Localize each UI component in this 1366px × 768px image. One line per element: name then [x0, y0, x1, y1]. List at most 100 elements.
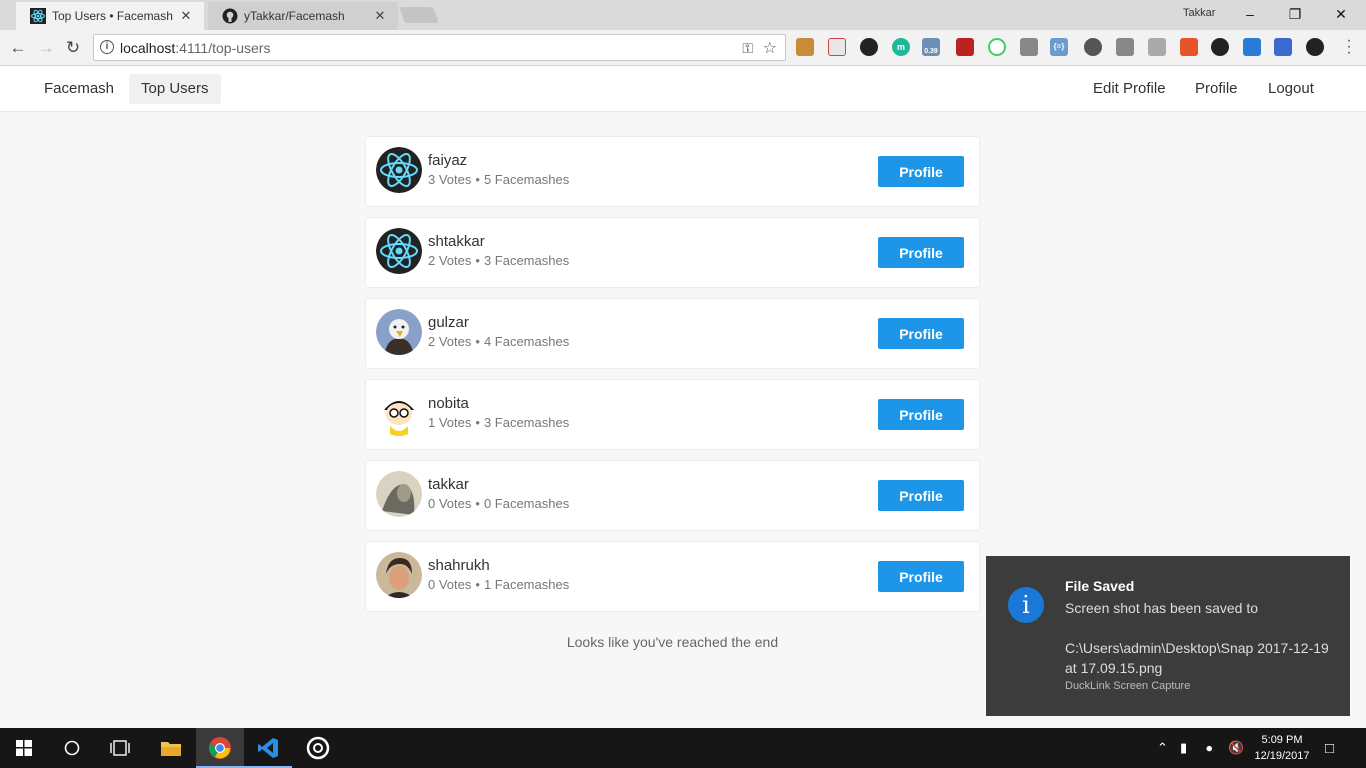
volume-muted-icon[interactable]: 🔇 [1228, 740, 1244, 756]
extension-icon[interactable] [988, 38, 1006, 56]
user-stats: 3 Votes • 5 Facemashes [428, 172, 569, 187]
user-card: gulzar 2 Votes • 4 Facemashes Profile [365, 298, 980, 369]
url-text: localhost:4111/top-users [120, 40, 270, 56]
browser-toolbar: ← → ↻ i localhost:4111/top-users ⚿ ☆ m 0… [0, 30, 1366, 66]
username[interactable]: nobita [428, 395, 469, 412]
user-card: shtakkar 2 Votes • 3 Facemashes Profile [365, 217, 980, 288]
extension-icon[interactable] [956, 38, 974, 56]
username[interactable]: takkar [428, 476, 469, 493]
url-path: :4111/top-users [175, 40, 271, 56]
extension-icon[interactable] [796, 38, 814, 56]
new-tab-button[interactable] [399, 7, 439, 23]
profile-button[interactable]: Profile [878, 237, 964, 268]
username[interactable]: shahrukh [428, 557, 490, 574]
browser-profile-name[interactable]: Takkar [1183, 7, 1215, 19]
system-clock[interactable]: 5:09 PM 12/19/2017 [1246, 732, 1318, 764]
minimize-icon[interactable]: – [1235, 4, 1265, 24]
bookmark-star-icon[interactable]: ☆ [763, 38, 777, 58]
votes-count: 3 Votes [428, 172, 472, 187]
back-arrow-icon[interactable]: ← [7, 37, 29, 59]
key-icon[interactable]: ⚿ [742, 40, 753, 57]
profile-button[interactable]: Profile [878, 156, 964, 187]
close-tab-icon[interactable]: ✕ [372, 8, 388, 24]
top-users-link[interactable]: Top Users [129, 74, 221, 104]
separator: • [475, 496, 480, 511]
react-logo-avatar-icon [376, 228, 422, 274]
clock-date: 12/19/2017 [1254, 750, 1310, 762]
address-bar[interactable]: i localhost:4111/top-users ⚿ ☆ [93, 34, 786, 61]
notification-file-path: C:\Users\admin\Desktop\Snap 2017-12-19 a… [1065, 640, 1329, 676]
extension-icon[interactable] [1148, 38, 1166, 56]
forward-arrow-icon[interactable]: → [35, 37, 57, 59]
tab-github-repo[interactable]: yTakkar/Facemash ✕ [208, 2, 398, 30]
github-icon[interactable] [1306, 38, 1324, 56]
chevron-up-icon[interactable]: ⌃ [1157, 740, 1168, 756]
close-window-icon[interactable]: ✕ [1326, 4, 1356, 24]
logout-link[interactable]: Logout [1256, 74, 1326, 104]
tab-title: Top Users • Facemash [52, 9, 173, 23]
vscode-icon[interactable] [244, 728, 292, 768]
info-icon[interactable]: i [100, 40, 114, 54]
user-stats: 2 Votes • 4 Facemashes [428, 334, 569, 349]
windows-start-icon[interactable] [0, 728, 48, 768]
user-card: takkar 0 Votes • 0 Facemashes Profile [365, 460, 980, 531]
user-stats: 1 Votes • 3 Facemashes [428, 415, 569, 430]
brand-link[interactable]: Facemash [32, 74, 126, 104]
browser-menu-icon[interactable]: · · · [1344, 33, 1354, 61]
extension-icon[interactable] [1274, 38, 1292, 56]
username[interactable]: faiyaz [428, 152, 467, 169]
reload-icon[interactable]: ↻ [62, 37, 84, 59]
profile-link[interactable]: Profile [1183, 74, 1250, 104]
extension-icon[interactable]: m [892, 38, 910, 56]
battery-icon[interactable]: ▮ [1180, 740, 1187, 756]
separator: • [475, 253, 480, 268]
notification-body: Screen shot has been saved to [1065, 600, 1259, 616]
votes-count: 0 Votes [428, 496, 472, 511]
action-center-icon[interactable]: □ [1325, 740, 1334, 757]
wifi-icon[interactable]: ⦁ [1206, 740, 1213, 756]
edit-profile-link[interactable]: Edit Profile [1081, 74, 1178, 104]
clock-time: 5:09 PM [1261, 734, 1303, 746]
task-view-icon[interactable] [96, 728, 144, 768]
user-card: shahrukh 0 Votes • 1 Facemashes Profile [365, 541, 980, 612]
profile-button[interactable]: Profile [878, 561, 964, 592]
username[interactable]: shtakkar [428, 233, 485, 250]
person-avatar-icon [376, 471, 422, 517]
profile-button[interactable]: Profile [878, 318, 964, 349]
restore-icon[interactable]: ❐ [1280, 4, 1310, 24]
extension-badge-label: 0.39 [924, 48, 938, 55]
github-favicon-icon [222, 8, 238, 24]
extension-icon[interactable] [1084, 38, 1102, 56]
top-users-list: faiyaz 3 Votes • 5 Facemashes Profile shta… [365, 136, 980, 622]
extension-icon[interactable] [860, 38, 878, 56]
cartoon-boy-avatar-icon [376, 390, 422, 436]
file-explorer-icon[interactable] [147, 728, 195, 768]
url-host: localhost [120, 40, 176, 56]
tab-top-users[interactable]: Top Users • Facemash ✕ [16, 2, 204, 30]
extension-icon[interactable] [828, 38, 846, 56]
facemashes-count: 3 Facemashes [483, 253, 570, 268]
extension-icon[interactable] [1243, 38, 1261, 56]
close-tab-icon[interactable]: ✕ [178, 8, 194, 24]
search-circle-icon[interactable] [48, 728, 96, 768]
app-navbar: Facemash Top Users Edit Profile Profile … [0, 66, 1366, 112]
github-icon[interactable] [1211, 38, 1229, 56]
username[interactable]: gulzar [428, 314, 469, 331]
eagle-avatar-icon [376, 309, 422, 355]
profile-button[interactable]: Profile [878, 399, 964, 430]
extension-icon[interactable] [1180, 38, 1198, 56]
extension-icon[interactable] [1020, 38, 1038, 56]
facemashes-count: 5 Facemashes [483, 172, 570, 187]
profile-button[interactable]: Profile [878, 480, 964, 511]
notification-title: File Saved [1065, 578, 1135, 594]
extension-badge-icon[interactable]: 0.39 [922, 38, 940, 56]
notification-toast[interactable]: i File Saved Screen shot has been saved … [986, 556, 1350, 716]
app-ring-icon[interactable] [294, 728, 342, 768]
separator: • [475, 334, 480, 349]
chrome-icon[interactable] [196, 728, 244, 768]
facemashes-count: 1 Facemashes [483, 577, 570, 592]
person-avatar-icon [376, 552, 422, 598]
extension-icon[interactable] [1116, 38, 1134, 56]
extension-icon[interactable]: {=} [1050, 38, 1068, 56]
votes-count: 2 Votes [428, 334, 472, 349]
